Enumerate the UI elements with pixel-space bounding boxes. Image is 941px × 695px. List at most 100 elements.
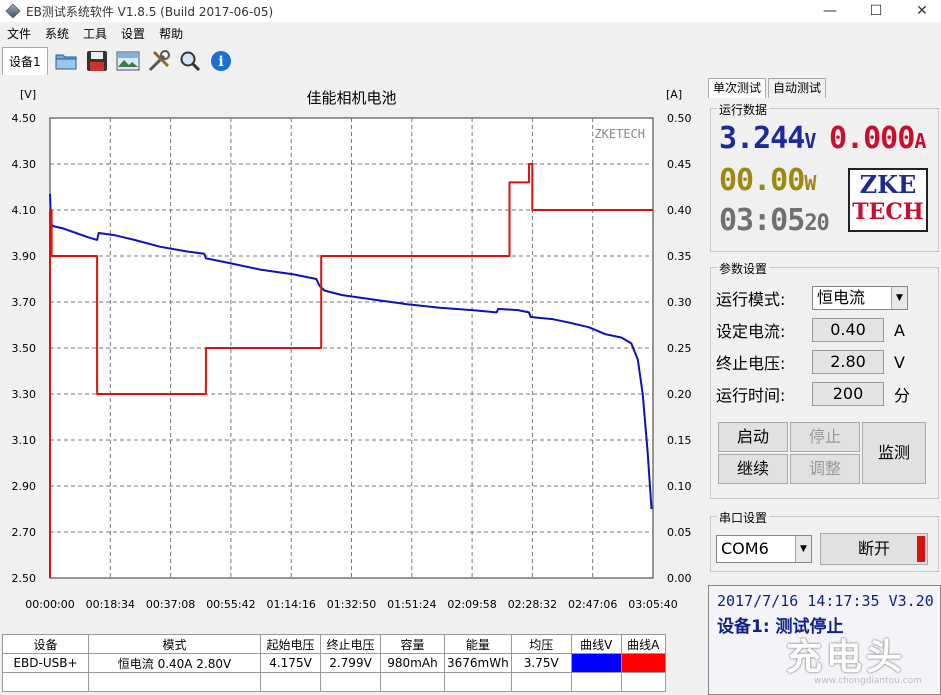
search-icon[interactable] (177, 48, 203, 74)
x-tick-label: 01:51:24 (387, 598, 436, 611)
chart-svg: 00:00:00 00:18:34 00:37:08 00:55:42 01:14:16… (12, 88, 692, 611)
run-time-input[interactable]: 200 (812, 382, 884, 406)
header-capacity: 容量 (380, 634, 445, 654)
test-tabs: 单次测试 自动测试 (708, 78, 941, 98)
empty-cell (88, 672, 261, 692)
menu-tools[interactable]: 工具 (76, 24, 114, 44)
time-display: 03:0520 (719, 203, 830, 238)
save-icon[interactable] (84, 48, 110, 74)
device-tab[interactable]: 设备1 (2, 47, 48, 75)
voltage-value: 3.244 (719, 121, 805, 156)
y-right-tick-label: 0.50 (667, 112, 692, 125)
y-right-tick-label: 0.20 (667, 388, 692, 401)
minimize-button[interactable]: — (807, 0, 853, 22)
y-right-tick-label: 0.30 (667, 296, 692, 309)
y-right-unit: [A] (666, 88, 682, 101)
continue-button[interactable]: 继续 (718, 454, 788, 484)
maximize-button[interactable]: ☐ (853, 0, 899, 22)
run-time-unit: 分 (894, 386, 911, 405)
power-unit: W (804, 171, 816, 195)
set-current-row: 设定电流: 0.40 A (716, 317, 905, 343)
chevron-down-icon[interactable]: ▼ (795, 536, 811, 562)
current-value: 0.000 (829, 121, 915, 156)
disconnect-label: 断开 (857, 539, 890, 558)
power-display: 00.00W (719, 163, 816, 198)
menu-help[interactable]: 帮助 (152, 24, 190, 44)
header-curve-a: 曲线A (620, 634, 666, 654)
mode-row: 运行模式: 恒电流 ▼ (716, 285, 908, 311)
picture-icon[interactable] (115, 48, 141, 74)
x-tick-label: 02:28:32 (508, 598, 557, 611)
cell-start-voltage: 4.175V (260, 653, 321, 673)
y-left-tick-label: 4.50 (12, 112, 37, 125)
curve-a-color[interactable] (620, 653, 666, 673)
start-button[interactable]: 启动 (718, 422, 788, 452)
window-title: EB测试系统软件 V1.8.5 (Build 2017-06-05) (26, 4, 274, 19)
title-bar: EB测试系统软件 V1.8.5 (Build 2017-06-05) (0, 0, 941, 22)
end-voltage-label: 终止电压: (716, 354, 786, 373)
watermark-url: www.chongdiantou.com (814, 676, 922, 686)
y-left-tick-label: 3.50 (12, 342, 37, 355)
cell-mode: 恒电流 0.40A 2.80V (88, 653, 261, 673)
run-time-row: 运行时间: 200 分 (716, 381, 910, 407)
connection-indicator (917, 536, 925, 562)
close-button[interactable]: ✕ (899, 0, 941, 22)
chart-title: 佳能相机电池 (306, 89, 396, 107)
logo-line1: ZKE (859, 170, 917, 199)
empty-cell (510, 672, 572, 692)
set-current-input[interactable]: 0.40 (812, 318, 884, 342)
y-right-tick-label: 0.10 (667, 480, 692, 493)
empty-cell (570, 672, 622, 692)
mode-select[interactable]: 恒电流 ▼ (812, 286, 908, 310)
tab-auto-test[interactable]: 自动测试 (768, 78, 827, 98)
cell-end-voltage: 2.799V (320, 653, 381, 673)
empty-cell (260, 672, 321, 692)
logo-line2: TECH (852, 199, 924, 225)
empty-cell (380, 672, 445, 692)
curve-v-color[interactable] (570, 653, 622, 673)
run-data-title: 运行数据 (717, 101, 770, 118)
empty-cell (620, 672, 666, 692)
chart-panel: 00:00:00 00:18:34 00:37:08 00:55:42 01:14:16… (0, 80, 707, 632)
current-unit: A (914, 129, 926, 153)
y-left-tick-label: 2.90 (12, 480, 37, 493)
stop-button[interactable]: 停止 (790, 422, 860, 452)
current-display: 0.000A (829, 121, 926, 156)
monitor-button[interactable]: 监测 (862, 422, 926, 484)
folder-icon[interactable] (53, 48, 79, 74)
cell-energy: 3676mWh (444, 653, 512, 673)
y-right-tick-label: 0.35 (667, 250, 692, 263)
x-tick-label: 00:37:08 (146, 598, 195, 611)
table-row[interactable]: EBD-USB+ 恒电流 0.40A 2.80V 4.175V 2.799V 9… (2, 653, 666, 673)
header-mode: 模式 (88, 634, 261, 654)
menu-file[interactable]: 文件 (0, 24, 38, 44)
adjust-button[interactable]: 调整 (790, 454, 860, 484)
x-tick-label: 00:55:42 (206, 598, 255, 611)
toolbar: 设备1 i (0, 46, 941, 76)
y-right-tick-label: 0.15 (667, 434, 692, 447)
tools-icon[interactable] (146, 48, 172, 74)
x-tick-label: 01:32:50 (327, 598, 376, 611)
y-right-tick-label: 0.05 (667, 526, 692, 539)
end-voltage-row: 终止电压: 2.80 V (716, 349, 905, 375)
y-left-tick-label: 3.90 (12, 250, 37, 263)
header-avg-voltage: 均压 (510, 634, 572, 654)
menu-system[interactable]: 系统 (38, 24, 76, 44)
app-icon (5, 3, 21, 19)
menu-settings[interactable]: 设置 (114, 24, 152, 44)
empty-cell (2, 672, 89, 692)
tab-single-test[interactable]: 单次测试 (708, 78, 767, 98)
y-left-tick-label: 4.30 (12, 158, 37, 171)
com-port-select[interactable]: COM6 ▼ (716, 535, 812, 563)
watermark: 充电头 www.chongdiantou.com (786, 628, 936, 688)
chevron-down-icon[interactable]: ▼ (891, 287, 907, 309)
y-left-tick-label: 2.70 (12, 526, 37, 539)
y-right-tick-label: 0.00 (667, 572, 692, 585)
end-voltage-input[interactable]: 2.80 (812, 350, 884, 374)
empty-cell (444, 672, 512, 692)
disconnect-button[interactable]: 断开 (820, 533, 928, 565)
zketech-logo: ZKE TECH (848, 168, 928, 232)
header-energy: 能量 (444, 634, 512, 654)
info-icon[interactable]: i (208, 48, 234, 74)
y-right-tick-label: 0.25 (667, 342, 692, 355)
